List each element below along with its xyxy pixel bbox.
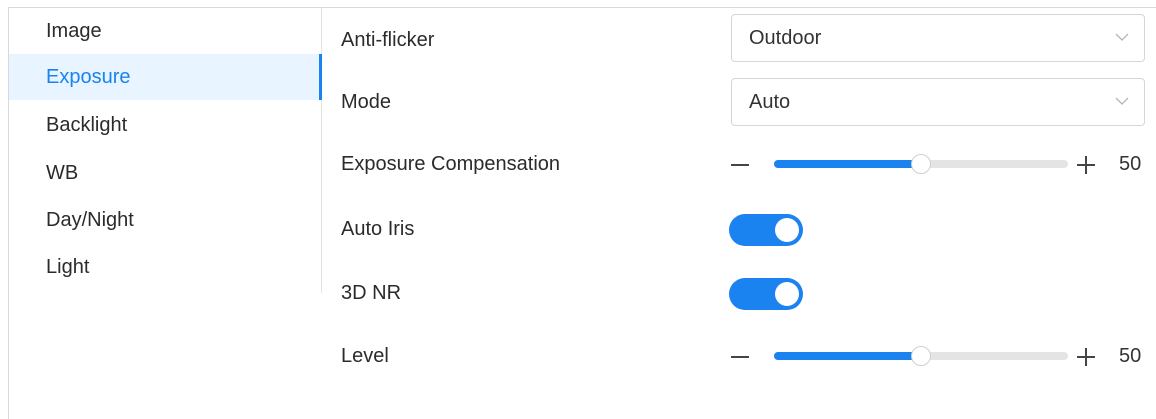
level-value: 50 (1119, 345, 1142, 367)
sidebar-item-image[interactable]: Image (9, 8, 322, 54)
anti-flicker-select[interactable]: Outdoor (731, 14, 1145, 62)
exposure-compensation-slider: 50 (728, 150, 1148, 178)
anti-flicker-value: Outdoor (749, 27, 822, 49)
chevron-down-icon (1115, 97, 1129, 105)
slider-handle[interactable] (911, 346, 931, 366)
sidebar-divider (321, 8, 322, 293)
sidebar-item-exposure[interactable]: Exposure (9, 54, 322, 100)
sidebar: Image Exposure Backlight WB Day/Night Li… (9, 8, 322, 293)
slider-fill (774, 352, 921, 360)
toggle-knob (775, 282, 799, 306)
sidebar-item-day-night[interactable]: Day/Night (9, 197, 322, 243)
minus-icon[interactable] (728, 150, 752, 178)
auto-iris-label: Auto Iris (341, 218, 415, 240)
mode-select[interactable]: Auto (731, 78, 1145, 126)
mode-value: Auto (749, 91, 791, 113)
level-slider: 50 (728, 342, 1148, 370)
mode-label: Mode (341, 91, 392, 113)
plus-icon[interactable] (1074, 150, 1098, 178)
auto-iris-toggle[interactable] (729, 214, 803, 246)
anti-flicker-label: Anti-flicker (341, 29, 435, 51)
sidebar-item-backlight[interactable]: Backlight (9, 102, 322, 148)
slider-handle[interactable] (911, 154, 931, 174)
toggle-knob (775, 218, 799, 242)
slider-fill (774, 160, 921, 168)
slider-track[interactable] (774, 154, 1068, 174)
active-indicator (319, 54, 322, 100)
exposure-compensation-label: Exposure Compensation (341, 153, 561, 175)
minus-icon[interactable] (728, 342, 752, 370)
plus-icon[interactable] (1074, 342, 1098, 370)
level-label: Level (341, 345, 389, 367)
exposure-compensation-value: 50 (1119, 153, 1142, 175)
sidebar-item-wb[interactable]: WB (9, 150, 322, 196)
3d-nr-toggle[interactable] (729, 278, 803, 310)
sidebar-item-light[interactable]: Light (9, 244, 322, 290)
chevron-down-icon (1115, 33, 1129, 41)
slider-track[interactable] (774, 346, 1068, 366)
3d-nr-label: 3D NR (341, 282, 402, 304)
